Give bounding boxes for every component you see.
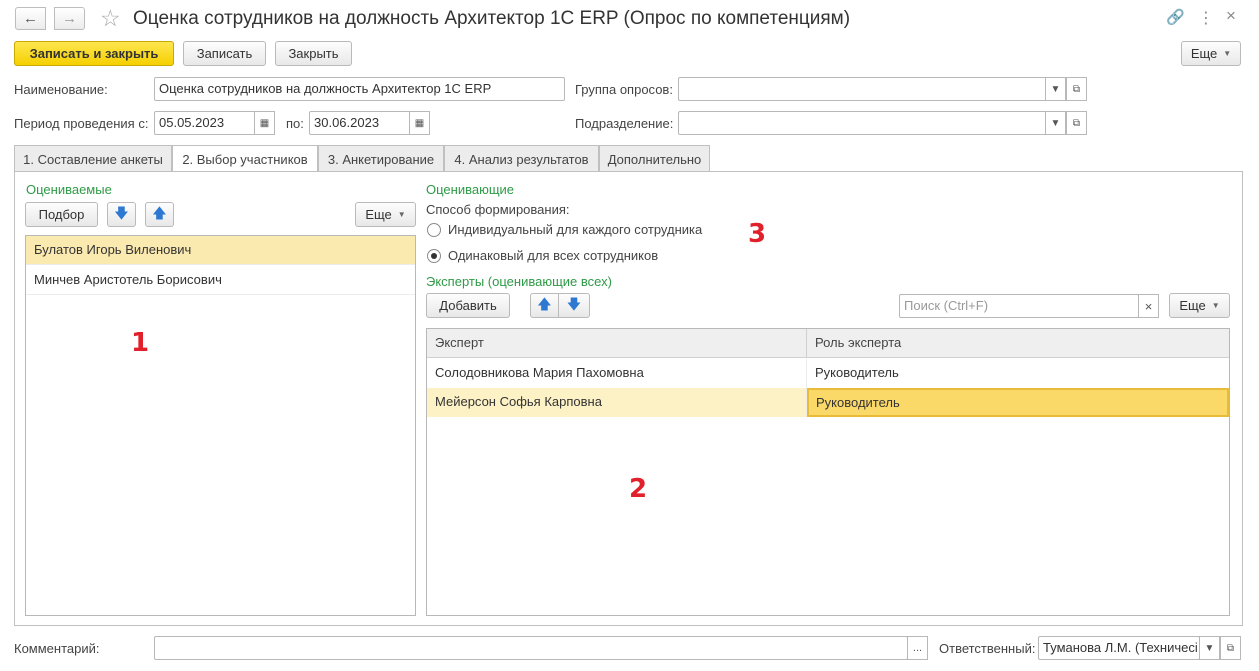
name-field[interactable]: Оценка сотрудников на должность Архитект… <box>154 77 565 101</box>
close-icon[interactable]: × <box>1226 6 1236 26</box>
role-cell[interactable]: Руководитель <box>807 359 1229 388</box>
expert-cell[interactable]: Мейерсон Софья Карповна <box>427 388 807 417</box>
evaluated-list[interactable]: Булатов Игорь Виленович Минчев Аристотел… <box>25 235 416 616</box>
column-header-expert[interactable]: Эксперт <box>427 329 807 358</box>
list-item[interactable]: Минчев Аристотель Борисович <box>26 266 415 295</box>
calendar-icon[interactable]: ▦ <box>409 111 430 135</box>
list-item[interactable]: Булатов Игорь Виленович <box>26 236 415 265</box>
name-label: Наименование: <box>14 82 108 97</box>
comment-field[interactable] <box>154 636 908 660</box>
dropdown-caret-icon: ▼ <box>1211 301 1220 310</box>
tab-participants[interactable]: 2. Выбор участников <box>172 145 318 173</box>
close-button[interactable]: Закрыть <box>275 41 352 66</box>
survey-group-open-icon[interactable]: ⧉ <box>1066 77 1087 101</box>
annotation-marker-1: 1 <box>131 328 150 358</box>
experts-group-header: Эксперты (оценивающие всех) <box>426 274 612 289</box>
tab-analysis[interactable]: 4. Анализ результатов <box>444 145 599 172</box>
department-dropdown-icon[interactable]: ▼ <box>1045 111 1066 135</box>
left-more-button[interactable]: Еще ▼ <box>355 202 416 227</box>
radio-individual[interactable] <box>427 223 441 237</box>
responsible-field[interactable]: Туманова Л.М. (Техничесі <box>1038 636 1200 660</box>
responsible-open-icon[interactable]: ⧉ <box>1220 636 1241 660</box>
favorite-star-icon[interactable]: ☆ <box>100 4 121 32</box>
dropdown-caret-icon: ▼ <box>1223 49 1232 58</box>
period-from-label: Период проведения с: <box>14 116 149 131</box>
right-more-label: Еще <box>1179 298 1206 313</box>
pick-button[interactable]: Подбор <box>25 202 98 227</box>
department-field[interactable] <box>678 111 1047 135</box>
save-and-close-button[interactable]: Записать и закрыть <box>14 41 174 66</box>
option-same-label: Одинаковый для всех сотрудников <box>448 248 659 263</box>
calendar-icon[interactable]: ▦ <box>254 111 275 135</box>
tab-questionnaire[interactable]: 1. Составление анкеты <box>14 145 172 172</box>
form-title: Оценка сотрудников на должность Архитект… <box>133 8 851 29</box>
department-open-icon[interactable]: ⧉ <box>1066 111 1087 135</box>
save-button[interactable]: Записать <box>183 41 266 66</box>
forward-arrow-icon[interactable]: → <box>54 7 85 30</box>
table-row[interactable]: Мейерсон Софья Карповна Руководитель <box>427 388 1229 417</box>
move-up-icon[interactable]: 🡅 <box>530 293 559 318</box>
move-down-icon[interactable]: 🡇 <box>558 293 590 318</box>
clear-search-icon[interactable]: × <box>1138 294 1159 318</box>
responsible-dropdown-icon[interactable]: ▼ <box>1199 636 1220 660</box>
move-down-icon[interactable]: 🡇 <box>107 202 136 227</box>
left-more-label: Еще <box>365 207 392 222</box>
move-up-icon[interactable]: 🡅 <box>145 202 174 227</box>
experts-table[interactable]: Эксперт Роль эксперта Солодовникова Мари… <box>426 328 1230 616</box>
method-label: Способ формирования: <box>426 202 570 217</box>
dropdown-caret-icon: ▼ <box>397 210 406 219</box>
more-button-label: Еще <box>1190 46 1218 61</box>
comment-label: Комментарий: <box>14 641 100 656</box>
period-to-label: по: <box>286 116 304 131</box>
add-expert-button[interactable]: Добавить <box>426 293 510 318</box>
expert-cell[interactable]: Солодовникова Мария Пахомовна <box>427 359 807 388</box>
comment-open-icon[interactable]: ... <box>907 636 928 660</box>
search-input[interactable]: Поиск (Ctrl+F) <box>899 294 1139 318</box>
more-button[interactable]: Еще ▼ <box>1181 41 1241 66</box>
evaluators-group-header: Оценивающие <box>426 182 515 197</box>
annotation-marker-2: 2 <box>629 474 648 504</box>
option-individual-label: Индивидуальный для каждого сотрудника <box>448 222 703 237</box>
radio-same-for-all[interactable] <box>427 249 441 263</box>
department-label: Подразделение: <box>575 116 674 131</box>
tab-survey[interactable]: 3. Анкетирование <box>318 145 444 172</box>
table-row[interactable]: Солодовникова Мария Пахомовна Руководите… <box>427 359 1229 388</box>
survey-group-label: Группа опросов: <box>575 82 673 97</box>
survey-group-dropdown-icon[interactable]: ▼ <box>1045 77 1066 101</box>
annotation-marker-3: 3 <box>748 219 767 249</box>
survey-group-field[interactable] <box>678 77 1047 101</box>
column-header-role[interactable]: Роль эксперта <box>807 329 1229 358</box>
evaluated-group-header: Оцениваемые <box>26 182 112 197</box>
title-bar: ← → ☆ Оценка сотрудников на должность Ар… <box>0 0 1259 38</box>
more-menu-icon[interactable]: ⋮ <box>1198 8 1214 28</box>
back-arrow-icon[interactable]: ← <box>15 7 46 30</box>
role-cell[interactable]: Руководитель <box>807 388 1229 417</box>
responsible-label: Ответственный: <box>939 641 1036 656</box>
link-icon[interactable]: 🔗 <box>1166 8 1185 26</box>
tab-additional[interactable]: Дополнительно <box>599 145 710 172</box>
right-more-button[interactable]: Еще ▼ <box>1169 293 1230 318</box>
